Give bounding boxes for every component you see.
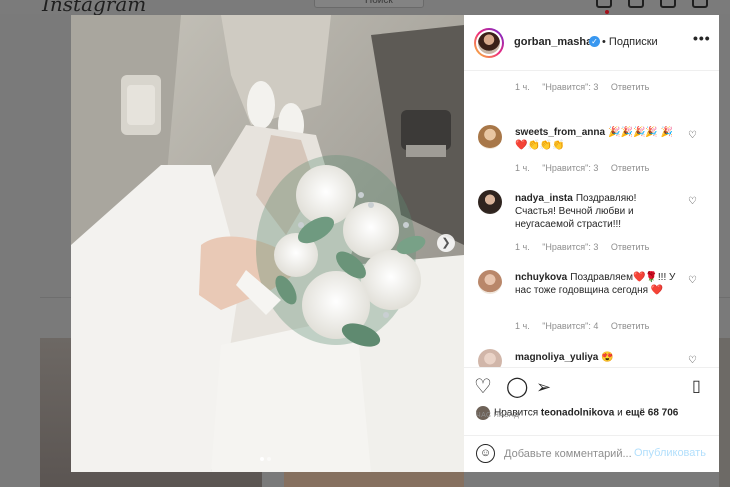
comment-meta: 1 ч. "Нравится": 3 Ответить bbox=[515, 242, 659, 252]
comment-bubble-icon[interactable]: ◯ bbox=[506, 376, 528, 398]
background-nav-icons bbox=[596, 0, 708, 8]
liker-username[interactable]: teonadolnikova bbox=[541, 408, 614, 419]
comment-meta: 1 ч. "Нравится": 3 Ответить bbox=[515, 163, 659, 173]
like-comment-icon[interactable]: ♡ bbox=[688, 130, 697, 141]
commenter-username[interactable]: magnoliya_yuliya bbox=[515, 352, 598, 363]
comment-likes[interactable]: "Нравится": 3 bbox=[542, 82, 598, 92]
home-icon bbox=[596, 0, 612, 8]
notification-dot bbox=[605, 10, 609, 14]
next-photo-button[interactable]: ❯ bbox=[437, 234, 455, 252]
like-comment-icon[interactable]: ♡ bbox=[688, 275, 697, 286]
save-bookmark-icon[interactable]: ▯ bbox=[692, 376, 701, 398]
comment-input[interactable] bbox=[504, 446, 632, 462]
comment-meta: 1 ч. "Нравится": 3 Ответить bbox=[515, 82, 659, 92]
share-paper-plane-icon[interactable]: ➢ bbox=[536, 376, 551, 398]
commenter-avatar[interactable] bbox=[478, 349, 502, 367]
commenter-avatar[interactable] bbox=[478, 190, 502, 214]
comment-text: 😍 bbox=[601, 352, 614, 363]
post-header: gorban_masha ✓ • Подписки ••• bbox=[464, 15, 719, 71]
comment-body: magnoliya_yuliya 😍 bbox=[515, 351, 680, 364]
commenter-username[interactable]: nadya_insta bbox=[515, 193, 573, 204]
comment-time: 1 ч. bbox=[515, 82, 530, 92]
like-comment-icon[interactable]: ♡ bbox=[688, 196, 697, 207]
follow-status[interactable]: • Подписки bbox=[602, 36, 658, 48]
author-avatar[interactable] bbox=[474, 28, 504, 58]
explore-icon bbox=[660, 0, 676, 8]
wedding-bouquet-image bbox=[71, 15, 464, 472]
like-comment-icon[interactable]: ♡ bbox=[688, 355, 697, 366]
commenter-avatar[interactable] bbox=[478, 125, 502, 149]
comment-reply[interactable]: Ответить bbox=[611, 321, 649, 331]
likes-count[interactable]: ещё 68 706 bbox=[625, 408, 678, 419]
comment-body: nchuykova Поздравляем❤️🌹!!! У нас тоже го… bbox=[515, 271, 680, 297]
direct-icon bbox=[628, 0, 644, 8]
commenter-username[interactable]: sweets_from_anna bbox=[515, 127, 605, 138]
commenter-username[interactable]: nchuykova bbox=[515, 272, 567, 283]
post-timestamp: ЧАС НАЗАД bbox=[476, 412, 520, 419]
comment-reply[interactable]: Ответить bbox=[611, 242, 649, 252]
comment-body: sweets_from_anna 🎉🎉🎉🎉 🎉❤️👏👏👏 bbox=[515, 126, 680, 152]
comment-likes[interactable]: "Нравится": 3 bbox=[542, 163, 598, 173]
more-options-icon[interactable]: ••• bbox=[693, 30, 711, 46]
like-heart-icon[interactable]: ♡ bbox=[474, 376, 492, 398]
background-grid-thumbnail bbox=[719, 338, 730, 487]
comment-time: 1 ч. bbox=[515, 321, 530, 331]
commenter-avatar[interactable] bbox=[478, 270, 502, 294]
comment-likes[interactable]: "Нравится": 3 bbox=[542, 242, 598, 252]
post-side-panel: gorban_masha ✓ • Подписки ••• 1 ч. "Нрав… bbox=[464, 15, 719, 472]
comment-reply[interactable]: Ответить bbox=[611, 82, 649, 92]
likes-middle: и bbox=[617, 407, 623, 419]
author-username[interactable]: gorban_masha bbox=[514, 36, 592, 48]
instagram-logo: Instagram bbox=[42, 0, 147, 16]
comment-meta: 1 ч. "Нравится": 4 Ответить bbox=[515, 321, 659, 331]
verified-badge-icon: ✓ bbox=[589, 36, 600, 47]
search-input: Поиск bbox=[314, 0, 424, 8]
comment-time: 1 ч. bbox=[515, 242, 530, 252]
emoji-smile-icon[interactable]: ☺ bbox=[476, 444, 495, 463]
post-photo bbox=[71, 15, 464, 472]
comment-reply[interactable]: Ответить bbox=[611, 163, 649, 173]
comment-likes[interactable]: "Нравится": 4 bbox=[542, 321, 598, 331]
comments-list: 1 ч. "Нравится": 3 Ответить sweets_from_… bbox=[464, 72, 719, 367]
publish-button[interactable]: Опубликовать bbox=[634, 447, 706, 459]
comment-time: 1 ч. bbox=[515, 163, 530, 173]
comment-body: nadya_insta Поздравляю! Счастья! Вечной л… bbox=[515, 192, 680, 231]
add-comment-bar: ☺ Опубликовать bbox=[464, 435, 719, 472]
activity-icon bbox=[692, 0, 708, 8]
